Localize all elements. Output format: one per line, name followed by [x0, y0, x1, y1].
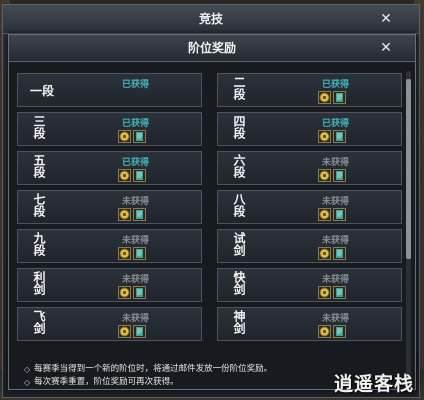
tier-name: 四段: [232, 115, 246, 139]
tier-row: 二段 已获得: [217, 73, 402, 107]
tier-name: 二段: [232, 76, 246, 100]
tier-status: 已获得: [321, 119, 349, 129]
arena-title: 竞技: [3, 5, 419, 34]
reward-icons: [118, 286, 146, 299]
diamond-bullet-icon: ◇: [24, 365, 31, 374]
tier-name: 一段: [30, 84, 55, 98]
tier-status: 未获得: [321, 236, 349, 246]
tier-name: 九段: [32, 232, 46, 256]
watermark-logo: 逍遥客栈: [333, 373, 414, 395]
tier-row: 九段 未获得: [17, 229, 202, 263]
coin-icon[interactable]: [318, 91, 331, 104]
rank-reward-title: 阶位奖励: [9, 35, 415, 62]
ticket-icon[interactable]: [333, 286, 346, 299]
ticket-icon[interactable]: [333, 325, 346, 338]
tier-name: 利剑: [32, 271, 46, 295]
tier-name: 飞剑: [32, 310, 46, 334]
reward-icons: [118, 208, 146, 221]
tier-status: 未获得: [321, 314, 349, 324]
coin-icon[interactable]: [318, 208, 331, 221]
reward-icons: [318, 325, 346, 338]
note-item: ◇ 每赛季当得到一个新的阶位时，将通过邮件发放一份阶位奖励。: [24, 363, 272, 376]
coin-icon[interactable]: [118, 325, 131, 338]
tier-grid: 一段 已获得 二段 已获得 三段 已获得 四段 已获得 五段 已获得 六段 未获得 七段 未获得 八段 未获得…: [17, 73, 403, 385]
coin-icon[interactable]: [118, 247, 131, 260]
coin-icon[interactable]: [318, 130, 331, 143]
tier-status: 已获得: [121, 119, 149, 129]
reward-icons: [318, 247, 346, 260]
ticket-icon[interactable]: [333, 91, 346, 104]
tier-row: 利剑 未获得: [17, 268, 202, 302]
coin-icon[interactable]: [318, 169, 331, 182]
tier-name: 试剑: [232, 232, 246, 256]
tier-row: 飞剑 未获得: [17, 307, 202, 341]
note-text: 每赛季当得到一个新的阶位时，将通过邮件发放一份阶位奖励。: [34, 364, 273, 374]
tier-name: 快剑: [232, 271, 246, 295]
note-item: ◇ 每次赛季重置，阶位奖励可再次获得。: [24, 376, 272, 389]
tier-name: 八段: [232, 193, 246, 217]
tier-row: 五段 已获得: [17, 151, 202, 185]
ticket-icon[interactable]: [133, 286, 146, 299]
ticket-icon[interactable]: [133, 247, 146, 260]
tier-row: 七段 未获得: [17, 190, 202, 224]
coin-icon[interactable]: [318, 325, 331, 338]
coin-icon[interactable]: [318, 286, 331, 299]
ticket-icon[interactable]: [333, 247, 346, 260]
tier-status: 已获得: [321, 80, 349, 90]
reward-icons: [318, 286, 346, 299]
reward-icons: [118, 247, 146, 260]
reward-icons: [318, 169, 346, 182]
tier-status: 已获得: [121, 158, 149, 168]
tier-status: 未获得: [121, 275, 149, 285]
tier-status: 未获得: [121, 236, 149, 246]
reward-icons: [318, 130, 346, 143]
tier-status: 已获得: [121, 80, 149, 90]
tier-row: 快剑 未获得: [217, 268, 402, 302]
tier-row: 神剑 未获得: [217, 307, 402, 341]
tier-status: 未获得: [121, 197, 149, 207]
tier-name: 五段: [32, 154, 46, 178]
coin-icon[interactable]: [118, 169, 131, 182]
notes: ◇ 每赛季当得到一个新的阶位时，将通过邮件发放一份阶位奖励。 ◇ 每次赛季重置，…: [24, 363, 272, 389]
close-icon[interactable]: ✕: [379, 12, 393, 26]
ticket-icon[interactable]: [333, 208, 346, 221]
ticket-icon[interactable]: [133, 130, 146, 143]
tier-name: 七段: [32, 193, 46, 217]
reward-icons: [118, 169, 146, 182]
tier-name: 六段: [232, 154, 246, 178]
coin-icon[interactable]: [118, 130, 131, 143]
diamond-bullet-icon: ◇: [24, 378, 31, 387]
scrollbar-thumb[interactable]: [406, 79, 411, 259]
tier-row: 一段 已获得: [17, 73, 202, 107]
tier-name: 神剑: [232, 310, 246, 334]
scrollbar[interactable]: [406, 71, 411, 383]
ticket-icon[interactable]: [333, 130, 346, 143]
tier-row: 八段 未获得: [217, 190, 402, 224]
ticket-icon[interactable]: [333, 169, 346, 182]
reward-icons: [318, 208, 346, 221]
note-text: 每次赛季重置，阶位奖励可再次获得。: [34, 377, 179, 387]
tier-status: 未获得: [321, 197, 349, 207]
tier-row: 试剑 未获得: [217, 229, 402, 263]
tier-status: 未获得: [321, 275, 349, 285]
tier-row: 六段 未获得: [217, 151, 402, 185]
tier-row: 四段 已获得: [217, 112, 402, 146]
tier-row: 三段 已获得: [17, 112, 202, 146]
ticket-icon[interactable]: [133, 325, 146, 338]
coin-icon[interactable]: [118, 286, 131, 299]
coin-icon[interactable]: [318, 247, 331, 260]
close-icon[interactable]: ✕: [379, 41, 393, 55]
reward-icons: [118, 325, 146, 338]
tier-status: 未获得: [321, 158, 349, 168]
tier-status: 未获得: [121, 314, 149, 324]
rank-reward-window: 阶位奖励 ✕ 一段 已获得 二段 已获得 三段 已获得 四段 已获得 五段 已获得 六段 未获得 七段未…: [8, 34, 416, 390]
coin-icon[interactable]: [118, 208, 131, 221]
reward-icons: [118, 130, 146, 143]
tier-name: 三段: [32, 115, 46, 139]
ticket-icon[interactable]: [133, 208, 146, 221]
ticket-icon[interactable]: [133, 169, 146, 182]
reward-icons: [318, 91, 346, 104]
